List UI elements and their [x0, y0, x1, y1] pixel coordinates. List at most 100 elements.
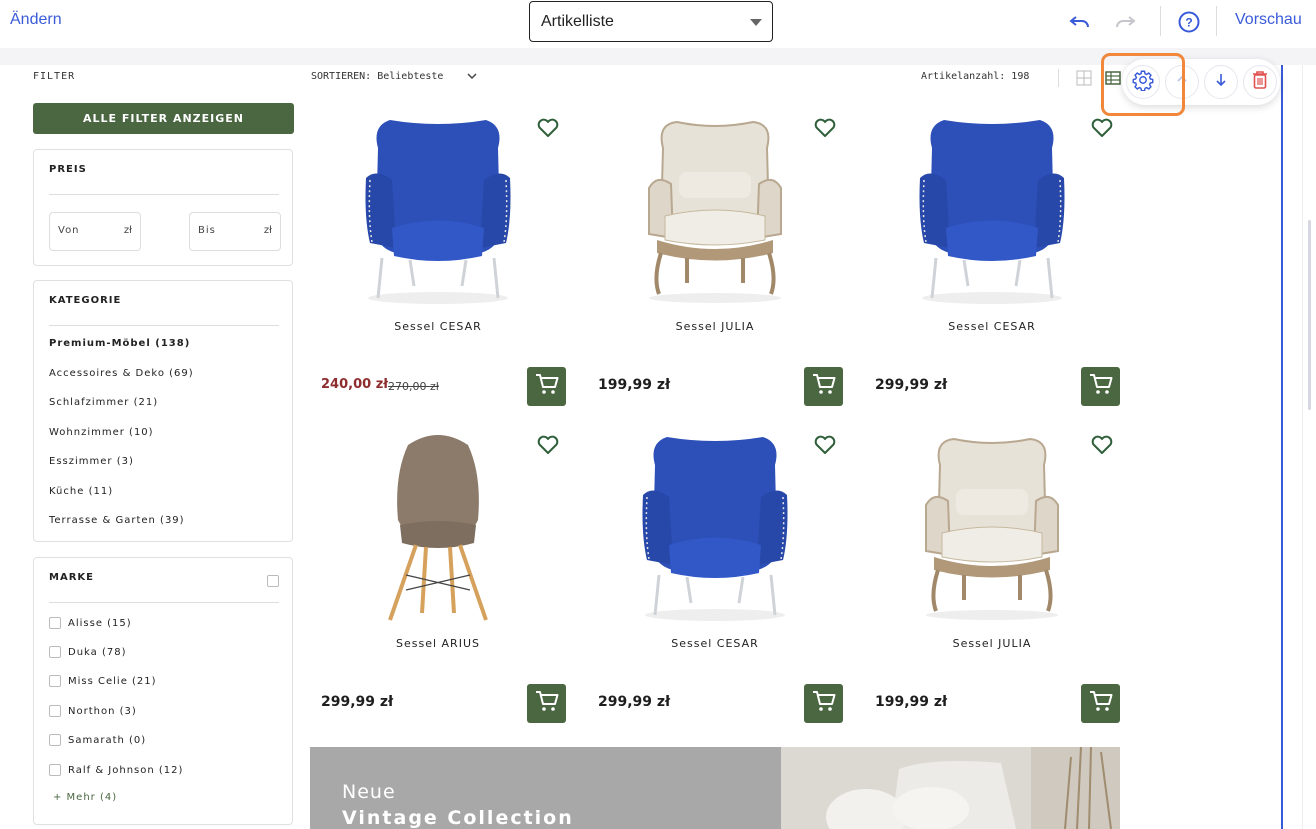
editor-topbar: Ändern Artikelliste ? Vorschau — [0, 0, 1316, 48]
vertical-scrollbar[interactable] — [1302, 65, 1316, 829]
arrow-down-icon — [1213, 72, 1229, 93]
scrollbar-thumb[interactable] — [1308, 220, 1311, 410]
category-item[interactable]: Accessoires & Deko (69) — [49, 368, 194, 379]
page-select-value: Artikelliste — [541, 13, 614, 30]
product-name[interactable]: Sessel JULIA — [587, 320, 843, 333]
brand-filter-box: MARKE Alisse (15) Duka (78) Miss Celie (… — [33, 557, 293, 825]
add-to-cart-button[interactable] — [804, 367, 843, 406]
category-item[interactable]: Esszimmer (3) — [49, 456, 134, 467]
product-name[interactable]: Sessel CESAR — [310, 320, 566, 333]
product-card[interactable]: Sessel CESAR 240,00 zł 270,00 zł — [310, 108, 566, 418]
brand-item[interactable]: Duka (78) — [49, 646, 127, 658]
page-select[interactable]: Artikelliste — [529, 1, 773, 42]
product-card[interactable]: Sessel CESAR 299,99 zł — [587, 425, 843, 735]
svg-text:?: ? — [1185, 16, 1192, 30]
brand-select-all-checkbox[interactable] — [267, 575, 279, 587]
product-card[interactable]: Sessel JULIA 199,99 zł — [864, 425, 1120, 735]
promo-banner[interactable]: Neue Vintage Collection — [310, 747, 1120, 829]
heart-icon[interactable] — [537, 118, 559, 138]
help-icon[interactable]: ? — [1176, 10, 1202, 34]
heart-icon[interactable] — [1091, 435, 1113, 455]
trash-icon — [1251, 70, 1269, 95]
product-image[interactable] — [864, 425, 1120, 625]
checkbox[interactable] — [49, 646, 61, 658]
product-price: 299,99 zł — [598, 694, 671, 710]
cart-icon — [811, 372, 837, 401]
brand-filter-title: MARKE — [49, 572, 94, 583]
checkbox[interactable] — [49, 705, 61, 717]
category-item[interactable]: Terrasse & Garten (39) — [49, 515, 185, 526]
checkbox[interactable] — [49, 764, 61, 776]
price-to-field[interactable]: Bis zł — [189, 212, 281, 251]
product-name[interactable]: Sessel JULIA — [864, 637, 1120, 650]
category-filter-box: KATEGORIE Premium-Möbel (138) Accessoire… — [33, 280, 293, 542]
brand-label: Miss Celie (21) — [68, 675, 157, 687]
cart-icon — [534, 689, 560, 718]
product-name[interactable]: Sessel CESAR — [864, 320, 1120, 333]
product-old-price: 270,00 zł — [388, 380, 439, 393]
move-down-button[interactable] — [1204, 65, 1238, 99]
product-image[interactable] — [587, 425, 843, 625]
currency-label: zł — [263, 225, 272, 236]
checkbox[interactable] — [49, 734, 61, 746]
sort-dropdown[interactable]: SORTIEREN: Beliebteste — [311, 71, 479, 82]
brand-label: Alisse (15) — [68, 617, 132, 629]
product-image[interactable] — [310, 108, 566, 308]
currency-label: zł — [123, 225, 132, 236]
add-to-cart-button[interactable] — [527, 367, 566, 406]
cart-icon — [811, 689, 837, 718]
preview-button[interactable]: Vorschau — [1235, 11, 1302, 29]
edit-link[interactable]: Ändern — [10, 11, 62, 29]
brand-item[interactable]: Samarath (0) — [49, 734, 146, 746]
divider — [1058, 69, 1059, 87]
product-price: 240,00 zł — [321, 377, 389, 392]
toolbar-divider — [1216, 6, 1217, 36]
heart-icon[interactable] — [814, 118, 836, 138]
product-card[interactable]: Sessel CESAR 299,99 zł — [864, 108, 1120, 418]
more-brands-link[interactable]: + Mehr (4) — [53, 792, 117, 803]
category-item[interactable]: Premium-Möbel (138) — [49, 338, 190, 349]
highlight-box — [1101, 53, 1185, 116]
product-price: 199,99 zł — [875, 694, 948, 710]
editor-selection-line — [1281, 65, 1283, 829]
brand-item[interactable]: Alisse (15) — [49, 617, 132, 629]
category-item[interactable]: Schlafzimmer (21) — [49, 397, 158, 408]
product-card[interactable]: Sessel ARIUS 299,99 zł — [310, 425, 566, 735]
banner-line2: Vintage Collection — [342, 807, 574, 829]
banner-photo — [781, 747, 1120, 829]
add-to-cart-button[interactable] — [804, 684, 843, 723]
checkbox[interactable] — [49, 617, 61, 629]
add-to-cart-button[interactable] — [1081, 367, 1120, 406]
product-name[interactable]: Sessel CESAR — [587, 637, 843, 650]
product-name[interactable]: Sessel ARIUS — [310, 637, 566, 650]
delete-button[interactable] — [1243, 65, 1277, 99]
redo-icon[interactable] — [1112, 10, 1138, 34]
chevron-down-icon — [467, 72, 477, 79]
brand-item[interactable]: Northon (3) — [49, 705, 137, 717]
heart-icon[interactable] — [1091, 118, 1113, 138]
filter-title: FILTER — [33, 71, 76, 82]
brand-label: Northon (3) — [68, 705, 137, 717]
caret-down-icon — [750, 19, 762, 26]
category-item[interactable]: Wohnzimmer (10) — [49, 427, 154, 438]
add-to-cart-button[interactable] — [1081, 684, 1120, 723]
category-item[interactable]: Küche (11) — [49, 486, 113, 497]
product-image[interactable] — [587, 108, 843, 308]
add-to-cart-button[interactable] — [527, 684, 566, 723]
product-image[interactable] — [864, 108, 1120, 308]
undo-icon[interactable] — [1067, 10, 1093, 34]
all-filters-button[interactable]: ALLE FILTER ANZEIGEN — [33, 103, 294, 134]
item-count: Artikelanzahl: 198 — [921, 71, 1030, 82]
product-image[interactable] — [310, 425, 566, 625]
price-from-field[interactable]: Von zł — [49, 212, 141, 251]
brand-label: Ralf & Johnson (12) — [68, 764, 184, 776]
checkbox[interactable] — [49, 675, 61, 687]
heart-icon[interactable] — [814, 435, 836, 455]
heart-icon[interactable] — [537, 435, 559, 455]
toolbar-divider — [1160, 6, 1161, 36]
brand-item[interactable]: Miss Celie (21) — [49, 675, 157, 687]
price-filter-title: PREIS — [49, 164, 87, 175]
grid-view-icon[interactable] — [1076, 70, 1092, 86]
product-card[interactable]: Sessel JULIA 199,99 zł — [587, 108, 843, 418]
brand-item[interactable]: Ralf & Johnson (12) — [49, 764, 183, 776]
